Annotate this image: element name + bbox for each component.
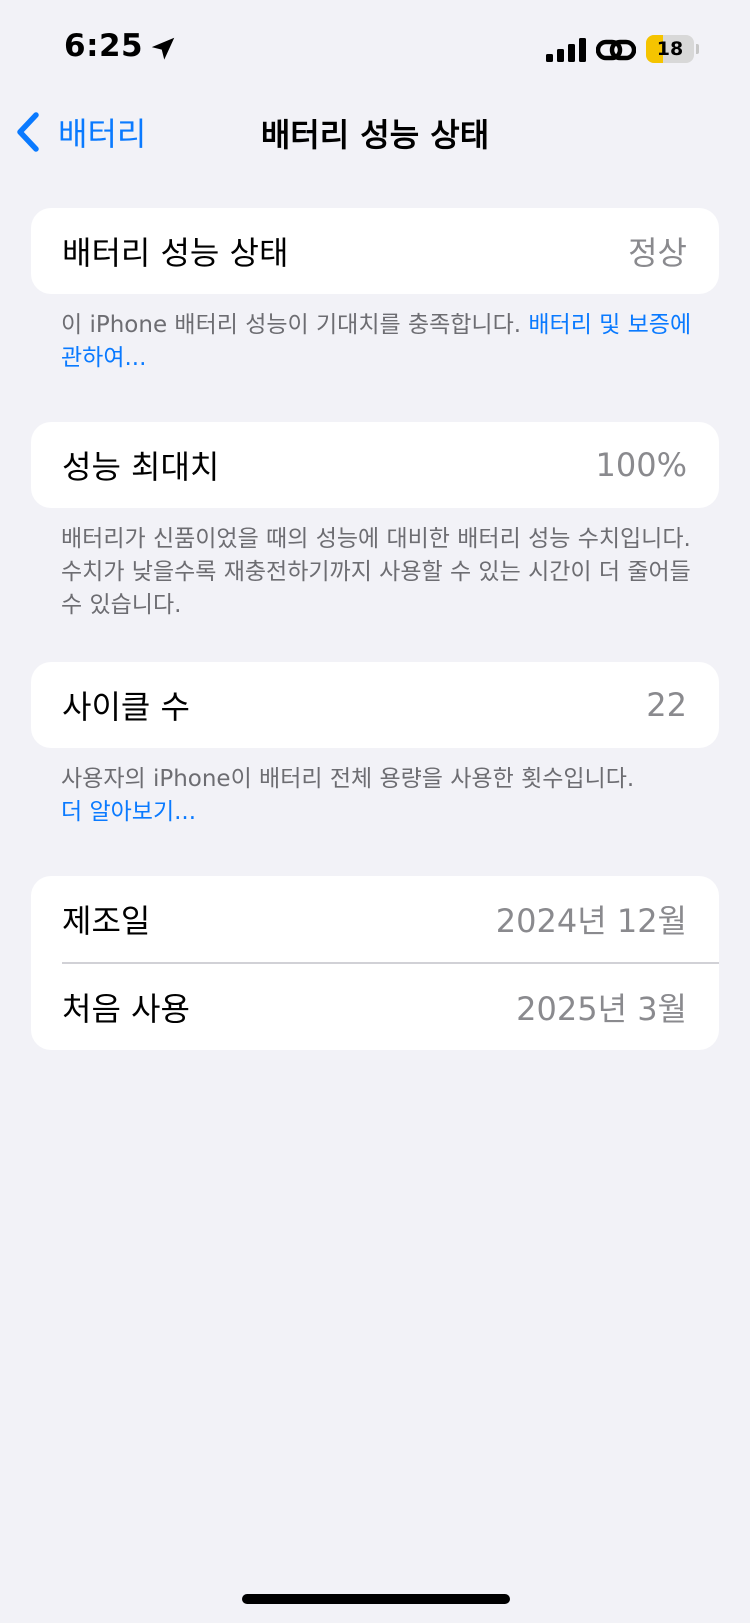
cycle-count-label: 사이클 수 [62,688,190,726]
battery-level: 18 [656,38,684,60]
battery-health-footnote: 이 iPhone 배터리 성능이 기대치를 충족합니다. 배터리 및 보증에 관… [61,309,701,375]
cycle-count-note: 사용자의 iPhone이 배터리 전체 용량을 사용한 횟수입니다. [61,766,635,792]
page-title: 배터리 성능 상태 [260,116,490,154]
manufacture-date-value: 2024년 12월 [495,902,687,940]
max-capacity-footnote: 배터리가 신품이었을 때의 성능에 대비한 배터리 성능 수치입니다. 수치가 … [61,526,691,618]
max-capacity-row: 성능 최대치 100% [31,422,719,508]
battery-body: 18 [646,35,694,63]
first-use-row: 처음 사용 2025년 3월 [31,964,719,1050]
dates-card: 제조일 2024년 12월 처음 사용 2025년 3월 [31,876,719,1050]
location-arrow-icon [151,37,175,60]
battery-health-label: 배터리 성능 상태 [62,234,289,272]
battery-cap [696,44,699,54]
cycle-count-row: 사이클 수 22 [31,662,719,748]
status-bar: 6:25 18 [0,0,750,100]
cellular-signal-icon [546,38,586,62]
cycle-count-card: 사이클 수 22 [31,662,719,748]
max-capacity-label: 성능 최대치 [62,448,220,486]
link-icon [596,39,636,61]
learn-more-link[interactable]: 더 알아보기... [61,799,196,825]
first-use-value: 2025년 3월 [516,990,687,1028]
battery-health-card: 배터리 성능 상태 정상 [31,208,719,294]
max-capacity-value: 100% [595,446,687,484]
battery-icon: 18 [646,35,700,63]
status-time: 6:25 [64,28,144,64]
cycle-count-value: 22 [646,686,687,724]
battery-health-note: 이 iPhone 배터리 성능이 기대치를 충족합니다. [61,312,529,338]
navigation-bar: 배터리 배터리 성능 상태 [0,100,750,164]
home-indicator[interactable] [242,1594,510,1604]
first-use-label: 처음 사용 [62,990,190,1028]
battery-health-value: 정상 [628,234,687,272]
manufacture-date-label: 제조일 [62,902,151,940]
battery-health-row: 배터리 성능 상태 정상 [31,208,719,294]
manufacture-date-row: 제조일 2024년 12월 [31,876,719,962]
cycle-count-footnote: 사용자의 iPhone이 배터리 전체 용량을 사용한 횟수입니다. 더 알아보… [61,763,701,829]
max-capacity-card: 성능 최대치 100% [31,422,719,508]
